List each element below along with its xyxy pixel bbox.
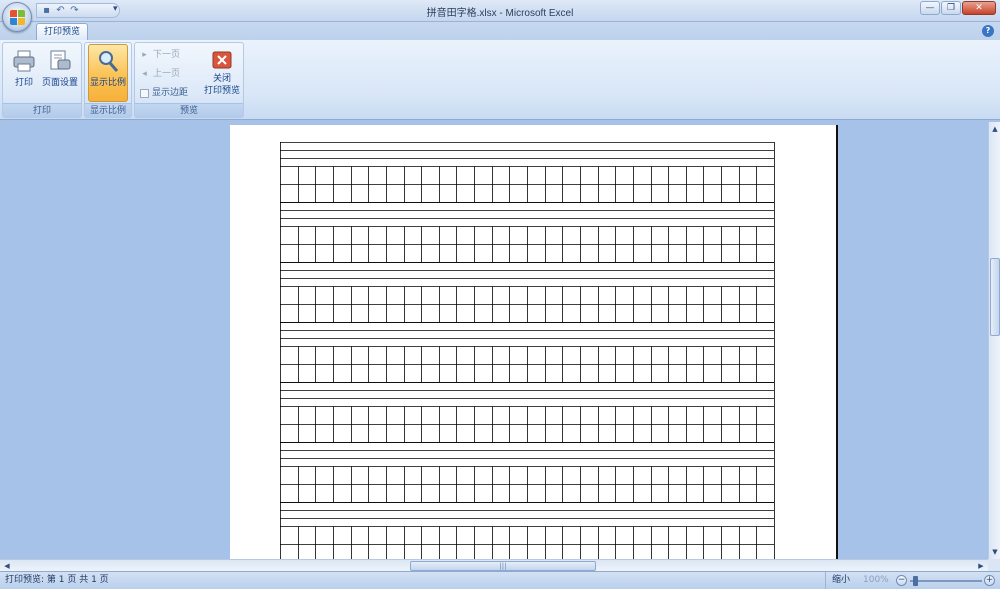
scroll-right-arrow-icon[interactable]: ▶ bbox=[976, 561, 986, 571]
page-setup-button[interactable]: 页面设置 bbox=[41, 45, 79, 101]
zoom-button-label: 显示比例 bbox=[89, 78, 126, 88]
show-margins-label: 显示边距 bbox=[152, 88, 189, 98]
close-button[interactable]: ✕ bbox=[962, 1, 996, 15]
title-bar: ▪ ↶ ↷ ▾ 拼音田字格.xlsx - Microsoft Excel — ❐… bbox=[0, 0, 1000, 22]
scroll-up-arrow-icon[interactable]: ▲ bbox=[990, 124, 1000, 134]
page-setup-icon bbox=[48, 49, 72, 73]
next-page-icon: ▸ bbox=[142, 49, 147, 60]
zoom-percent[interactable]: 100% bbox=[863, 572, 889, 589]
zoom-group-label: 显示比例 bbox=[85, 103, 131, 117]
zoom-group: 显示比例 显示比例 bbox=[84, 42, 132, 118]
previous-page-icon: ◂ bbox=[142, 68, 147, 79]
ribbon-tab-row: 打印预览 ? bbox=[0, 22, 1000, 40]
zoom-slider-thumb[interactable] bbox=[913, 576, 919, 586]
print-button-label: 打印 bbox=[14, 78, 33, 88]
previous-page-label: 上一页 bbox=[153, 69, 181, 79]
close-preview-label-2: 打印预览 bbox=[203, 86, 240, 96]
close-red-icon bbox=[212, 51, 232, 69]
checkbox-icon bbox=[140, 88, 149, 98]
close-preview-label-1: 关闭 bbox=[212, 74, 231, 84]
magnifier-icon bbox=[96, 49, 120, 73]
vertical-scrollbar[interactable]: ▲ ▼ bbox=[988, 122, 1000, 559]
zoom-out-label[interactable]: 缩小 bbox=[832, 572, 850, 589]
preview-group-label: 预览 bbox=[135, 103, 243, 117]
show-margins-checkbox[interactable]: 显示边距 bbox=[140, 85, 188, 101]
print-group-label: 打印 bbox=[3, 103, 81, 117]
preview-page[interactable] bbox=[230, 125, 838, 559]
previous-page-button[interactable]: ◂ 上一页 bbox=[139, 66, 180, 82]
minimize-button[interactable]: — bbox=[920, 1, 940, 15]
vertical-scroll-thumb[interactable] bbox=[990, 258, 1000, 336]
print-group: 打印 页面设置 打印 bbox=[2, 42, 82, 118]
ribbon: 打印 页面设置 打印 显示比例 显示比例 ▸ 下一页 ◂ 上一页 显示边距 关闭… bbox=[0, 40, 1000, 120]
zoom-plus-icon[interactable]: + bbox=[984, 575, 995, 586]
scroll-left-arrow-icon[interactable]: ◀ bbox=[2, 561, 12, 571]
page-setup-button-label: 页面设置 bbox=[41, 78, 78, 88]
printer-icon bbox=[12, 49, 36, 73]
office-button[interactable] bbox=[2, 2, 32, 32]
print-button[interactable]: 打印 bbox=[5, 45, 43, 101]
zoom-minus-icon[interactable]: − bbox=[896, 575, 907, 586]
preview-group: ▸ 下一页 ◂ 上一页 显示边距 关闭 打印预览 预览 bbox=[134, 42, 244, 118]
pinyin-grid bbox=[280, 142, 775, 559]
close-print-preview-button[interactable]: 关闭 打印预览 bbox=[201, 45, 243, 101]
window-controls: — ❐ ✕ bbox=[920, 1, 996, 15]
status-text: 打印预览: 第 1 页 共 1 页 bbox=[5, 575, 109, 585]
scrollbar-corner bbox=[988, 559, 1000, 571]
restore-button[interactable]: ❐ bbox=[941, 1, 961, 15]
tab-print-preview[interactable]: 打印预览 bbox=[36, 23, 89, 40]
window-title: 拼音田字格.xlsx - Microsoft Excel bbox=[426, 8, 574, 19]
print-preview-area[interactable] bbox=[0, 122, 988, 559]
scroll-down-arrow-icon[interactable]: ▼ bbox=[990, 547, 1000, 557]
next-page-button[interactable]: ▸ 下一页 bbox=[139, 47, 180, 63]
horizontal-scrollbar[interactable]: ◀ ||| ▶ bbox=[0, 559, 988, 571]
help-icon[interactable]: ? bbox=[982, 25, 994, 37]
next-page-label: 下一页 bbox=[153, 50, 181, 60]
horizontal-scroll-thumb[interactable]: ||| bbox=[410, 561, 596, 571]
zoom-slider-track[interactable] bbox=[910, 580, 982, 582]
office-logo-icon bbox=[10, 10, 26, 26]
zoom-button[interactable]: 显示比例 bbox=[88, 44, 128, 102]
zoom-control: 缩小 100% − + bbox=[825, 572, 1000, 589]
status-bar: 打印预览: 第 1 页 共 1 页 缩小 100% − + bbox=[0, 571, 1000, 589]
